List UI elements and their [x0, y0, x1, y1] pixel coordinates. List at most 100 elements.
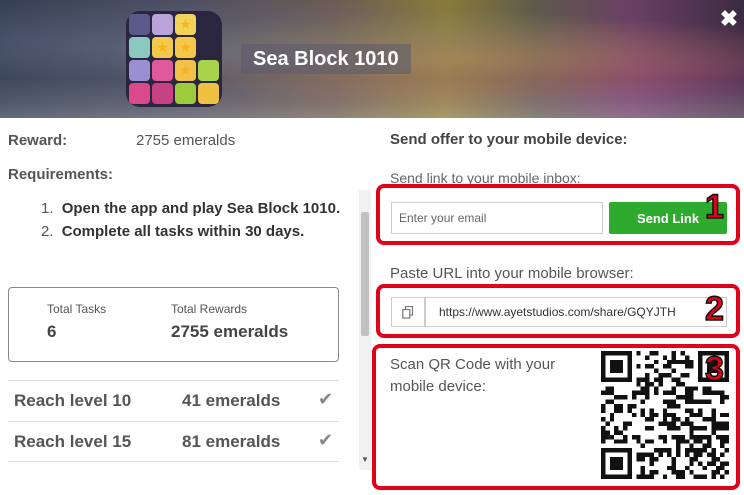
qr-module [640, 399, 646, 404]
qr-module [605, 434, 610, 440]
qr-module [702, 390, 707, 396]
qr-module [631, 395, 637, 400]
qr-module [676, 474, 681, 479]
qr-module [627, 408, 632, 413]
qr-module [618, 439, 624, 444]
qr-module [715, 426, 721, 431]
requirement-number: 2. [41, 223, 54, 240]
email-input[interactable] [391, 202, 603, 234]
qr-module [645, 386, 650, 391]
qr-module [601, 465, 606, 471]
qr-module [720, 421, 725, 427]
qr-module [658, 434, 663, 440]
scrollbar-thumb[interactable] [361, 212, 369, 336]
qr-module [689, 470, 694, 475]
requirement-item: 1. Open the app and play Sea Block 1010. [41, 200, 340, 217]
qr-module [609, 434, 615, 440]
qr-module [601, 390, 606, 396]
qr-module [724, 439, 729, 444]
qr-module [614, 364, 619, 369]
qr-module [658, 373, 663, 378]
qr-module [653, 377, 659, 382]
qr-module [698, 461, 703, 466]
qr-module [720, 474, 725, 479]
qr-module [706, 417, 712, 422]
annotation-badge-1: 1 [704, 188, 724, 226]
qr-module [636, 474, 641, 479]
copy-icon[interactable] [391, 297, 425, 327]
qr-module [680, 434, 685, 440]
requirement-text: Open the app and play Sea Block 1010. [61, 200, 341, 217]
qr-module [706, 399, 712, 404]
qr-module [618, 448, 624, 453]
close-icon[interactable]: ✖ [718, 8, 740, 30]
qr-module [618, 403, 624, 409]
qr-module [658, 381, 663, 387]
scroll-down-arrow-icon[interactable]: ▼ [360, 455, 370, 464]
share-url-field[interactable]: https://www.ayetstudios.com/share/GQYJTH [425, 297, 727, 327]
qr-module [636, 452, 641, 457]
qr-module [662, 355, 668, 360]
qr-module [667, 412, 672, 418]
qr-module [601, 461, 606, 466]
qr-module [653, 470, 659, 475]
qr-module [623, 434, 628, 440]
qr-module [601, 452, 606, 457]
qr-module [702, 443, 707, 449]
qr-module [698, 439, 703, 444]
qr-module [645, 390, 650, 396]
qr-module [609, 377, 615, 382]
qr-module [618, 430, 624, 435]
qr-module [618, 461, 624, 466]
qr-module [684, 355, 690, 360]
qr-module [724, 421, 729, 427]
qr-module [658, 452, 663, 457]
total-rewards-value: 2755 emeralds [171, 322, 289, 341]
qr-module [649, 364, 654, 369]
qr-module [601, 439, 606, 444]
qr-module [676, 439, 681, 444]
qr-module [649, 470, 654, 475]
qr-module [649, 426, 654, 431]
qr-module [720, 426, 725, 431]
qr-module [662, 399, 668, 404]
qr-module [706, 443, 712, 449]
qr-module [649, 456, 654, 462]
qr-module [684, 386, 690, 391]
qr-module [698, 364, 703, 369]
qr-module [649, 452, 654, 457]
qr-module [605, 399, 610, 404]
qr-module [693, 474, 699, 479]
requirement-number: 1. [41, 200, 54, 217]
qr-module [667, 364, 672, 369]
task-name: Reach level 10 [14, 391, 132, 410]
qr-module [711, 474, 716, 479]
qr-module [609, 417, 615, 422]
qr-module [671, 355, 677, 360]
qr-module [684, 417, 690, 422]
qr-module [645, 439, 650, 444]
qr-module [724, 395, 729, 400]
annotation-badge-2: 2 [704, 290, 724, 328]
reward-label: Reward: [8, 132, 68, 149]
qr-module [680, 381, 685, 387]
qr-module [601, 377, 606, 382]
qr-module [676, 443, 681, 449]
qr-module [640, 408, 646, 413]
qr-module [605, 448, 610, 453]
qr-module [711, 430, 716, 435]
qr-module [653, 359, 659, 365]
qr-module [720, 390, 725, 396]
qr-module [706, 461, 712, 466]
qr-module [702, 417, 707, 422]
qr-module [627, 461, 632, 466]
task-name: Reach level 15 [14, 432, 132, 451]
qr-module [689, 386, 694, 391]
qr-module [676, 426, 681, 431]
qr-module [601, 470, 606, 475]
qr-module [693, 399, 699, 404]
task-reward: 41 emeralds [182, 391, 281, 410]
qr-module [614, 465, 619, 471]
qr-module [645, 395, 650, 400]
qr-module [627, 448, 632, 453]
